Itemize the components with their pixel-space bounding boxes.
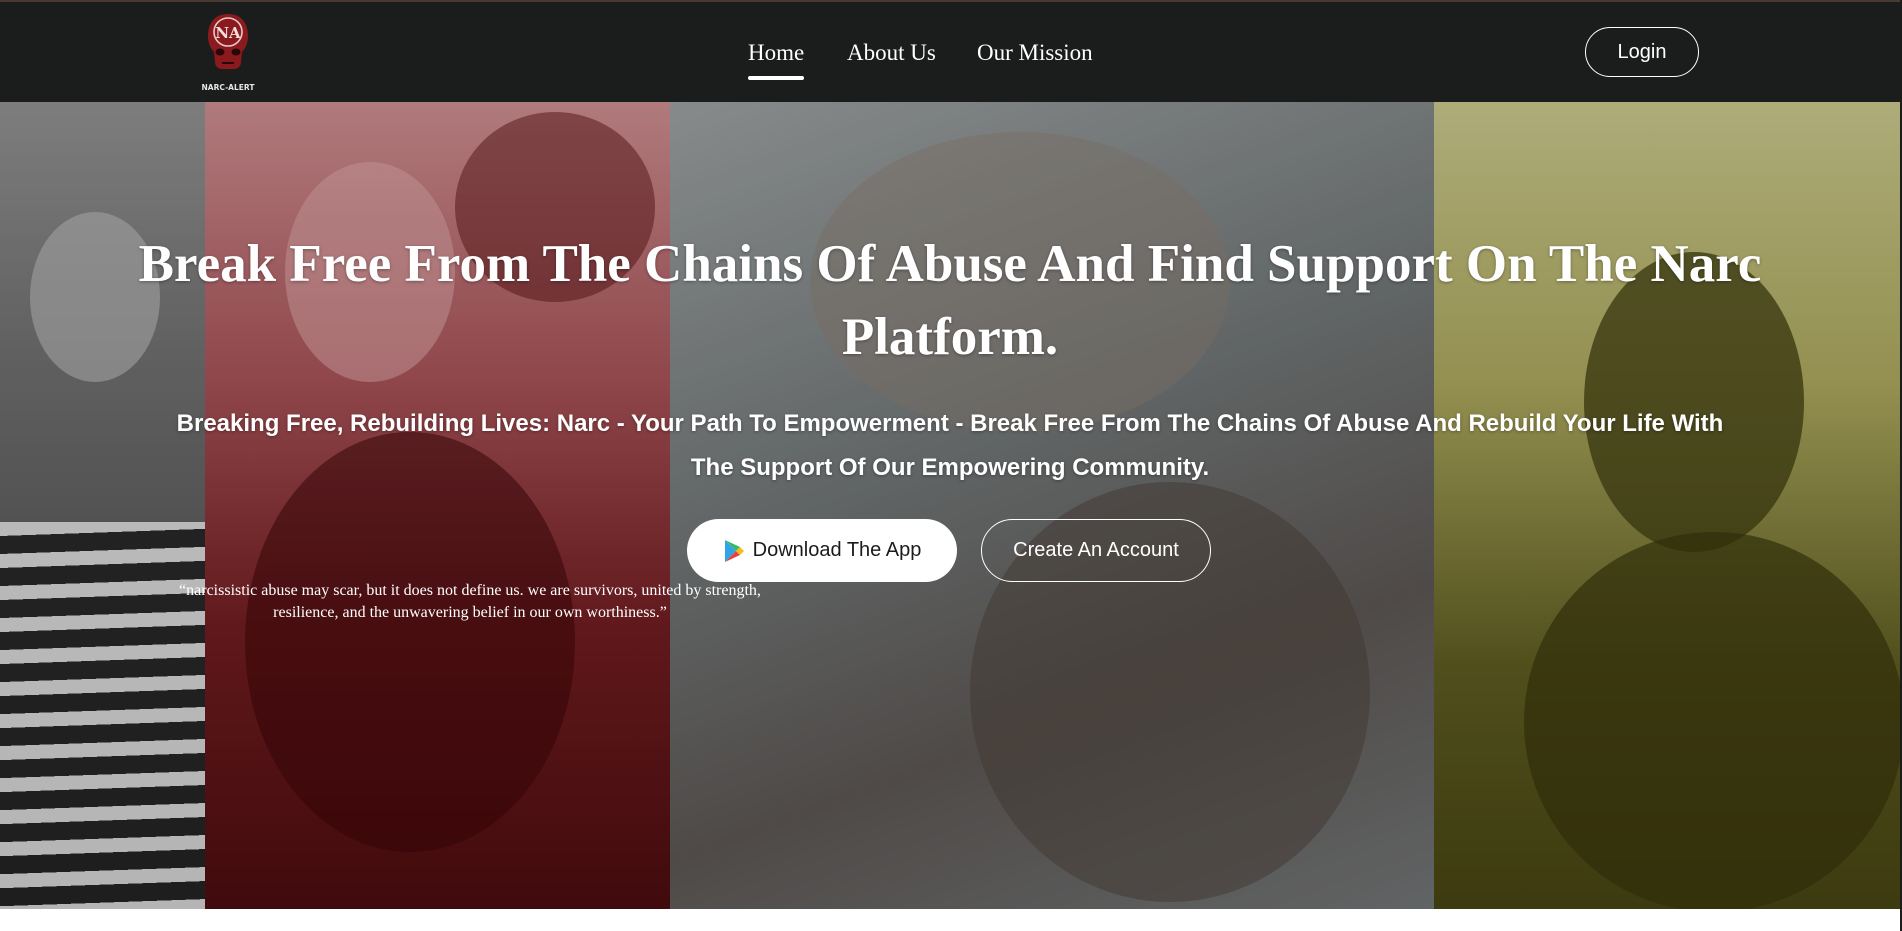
svg-text:NA: NA <box>215 24 241 42</box>
narc-alert-logo[interactable]: NA NARC-ALERT <box>200 8 256 98</box>
download-app-button[interactable]: Download The App <box>687 519 957 582</box>
login-button[interactable]: Login <box>1585 27 1699 77</box>
svg-text:NARC-ALERT: NARC-ALERT <box>202 83 256 92</box>
nav-about-us-link[interactable]: About Us <box>847 40 936 66</box>
hero-subtitle: Breaking Free, Rebuilding Lives: Narc - … <box>176 410 1724 481</box>
page-bottom-strip <box>0 909 1902 931</box>
play-store-icon <box>724 539 744 562</box>
nav-home-link[interactable]: Home <box>748 40 805 80</box>
hero-section: Break Free From The Chains Of Abuse And … <box>0 102 1900 909</box>
create-account-button[interactable]: Create An Account <box>981 519 1211 582</box>
hero-quote: “narcissistic abuse may scar, but it doe… <box>179 582 761 621</box>
hero-overlay <box>0 102 1900 909</box>
top-navbar: NA NARC-ALERT Home About Us Our Mission … <box>0 2 1900 102</box>
skull-logo-icon: NA NARC-ALERT <box>202 14 256 92</box>
nav-our-mission-link[interactable]: Our Mission <box>977 40 1093 66</box>
download-app-label: Download The App <box>752 539 922 561</box>
hero-title: Break Free From The Chains Of Abuse And … <box>138 235 1762 366</box>
